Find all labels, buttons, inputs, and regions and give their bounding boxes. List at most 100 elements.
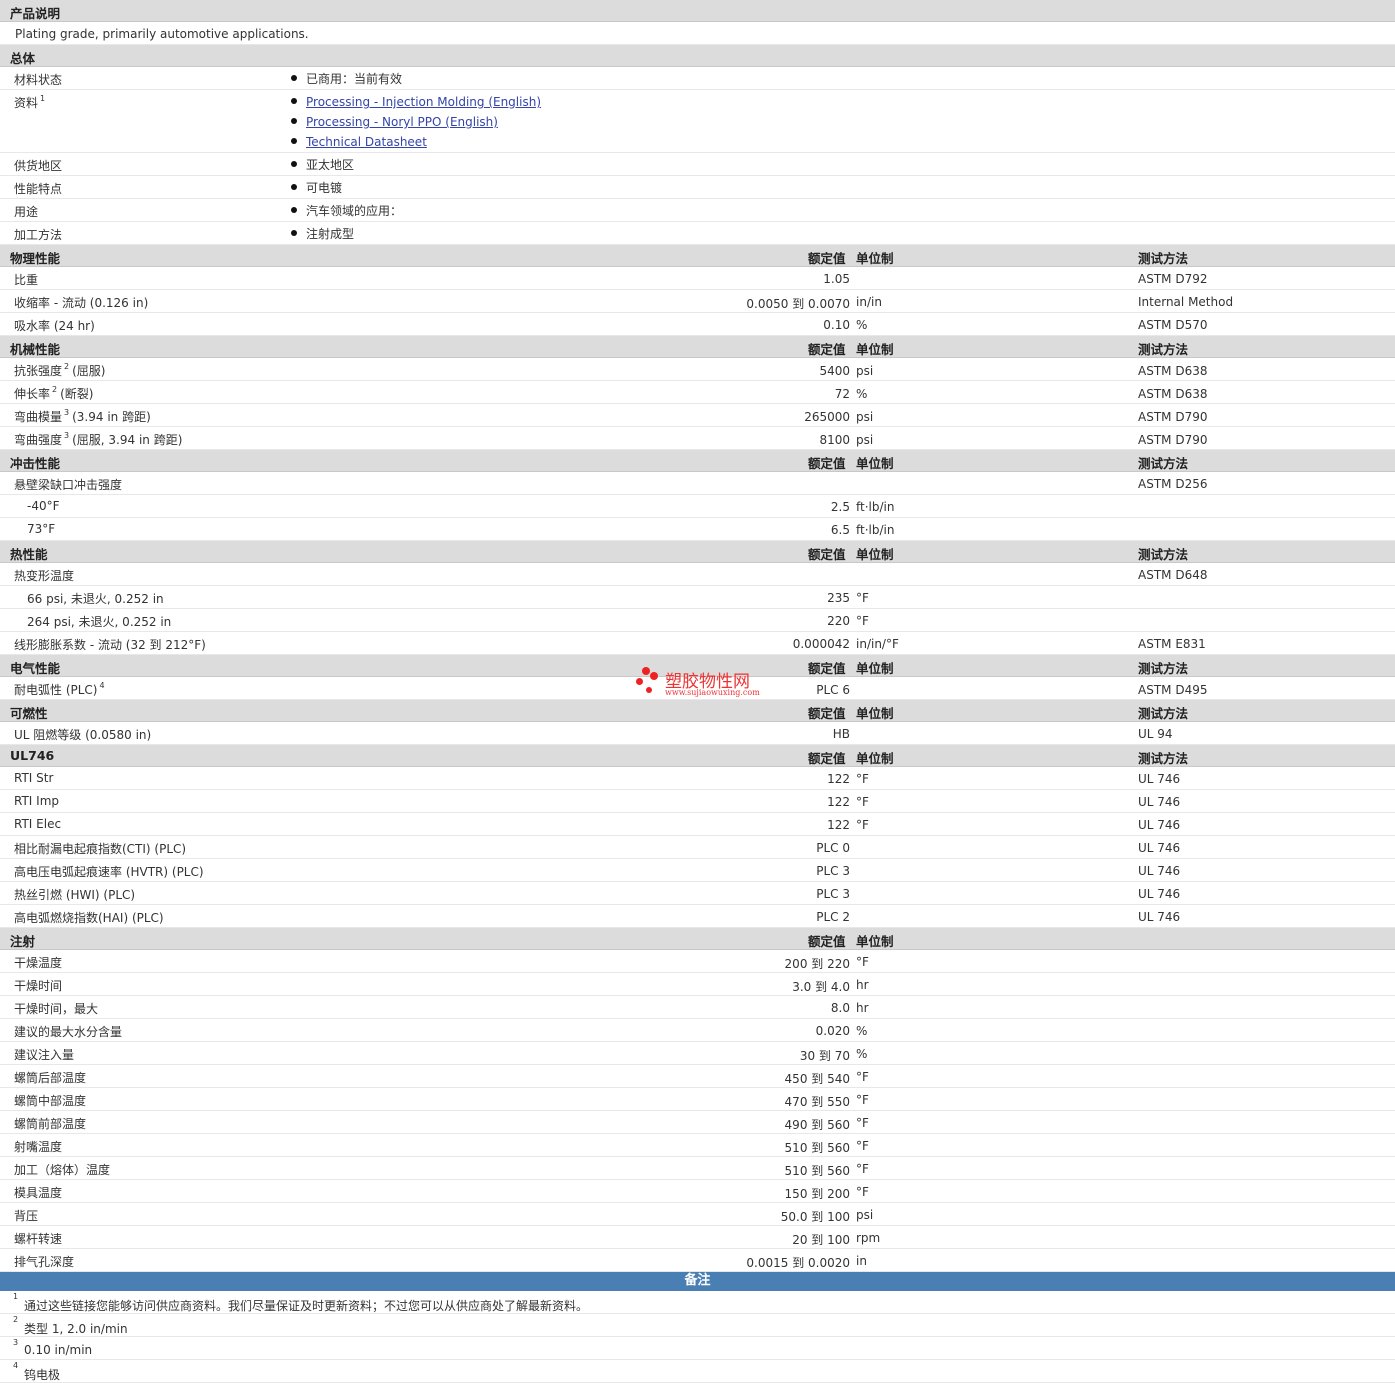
- property-label: 排气孔深度: [14, 1253, 74, 1270]
- property-row: 66 psi, 未退火, 0.252 in 235 °F: [0, 586, 1395, 609]
- property-row: 吸水率 (24 hr) 0.10% ASTM D570: [0, 313, 1395, 336]
- property-row: 线形膨胀系数 - 流动 (32 到 212°F) 0.000042 in/in/°F…: [0, 632, 1395, 655]
- property-label: 264 psi, 未退火, 0.252 in: [27, 613, 171, 630]
- property-row: 干燥时间 3.0 到 4.0 hr: [0, 973, 1395, 996]
- property-unit: °F: [856, 818, 869, 832]
- section-title: 注射: [10, 934, 36, 949]
- property-value: 0.020: [815, 1024, 850, 1038]
- general-item: Processing - Injection Molding (English): [291, 94, 541, 114]
- property-name: 螺筒后部温度: [14, 1071, 87, 1085]
- header-test-method: 测试方法: [1138, 751, 1189, 766]
- property-unit: psi: [856, 364, 874, 378]
- property-test-method: ASTM D792: [1138, 272, 1208, 286]
- property-label: 相比耐漏电起痕指数(CTI) (PLC): [14, 840, 186, 857]
- general-row: 性能特点 可电镀: [0, 176, 1395, 199]
- general-items: 可电镀: [291, 180, 342, 200]
- footnote-ref: 1: [40, 94, 46, 103]
- property-name: 悬壁梁缺口冲击强度: [14, 478, 123, 492]
- property-value: 122: [827, 818, 850, 832]
- section-header: 冲击性能 额定值 单位制 测试方法: [0, 450, 1395, 472]
- note-row: 2 类型 1, 2.0 in/min: [0, 1314, 1395, 1337]
- document-link[interactable]: Processing - Noryl PPO (English): [306, 115, 498, 129]
- property-value: 122: [827, 795, 850, 809]
- property-label: 干燥温度: [14, 954, 62, 971]
- section-title: 热性能: [10, 547, 48, 562]
- bullet-icon: [291, 118, 297, 124]
- property-row: 高电压电弧起痕速率 (HVTR) (PLC) PLC 3 UL 746: [0, 859, 1395, 882]
- bullet-icon: [291, 184, 297, 190]
- description-row: Plating grade, primarily automotive appl…: [0, 22, 1395, 45]
- property-condition: (屈服, 3.94 in 跨距): [72, 433, 183, 447]
- property-row: 螺杆转速 20 到 100 rpm: [0, 1226, 1395, 1249]
- general-item-text: 已商用：当前有效: [306, 72, 403, 86]
- property-name: 干燥时间: [14, 979, 63, 993]
- general-items: 汽车领域的应用：: [291, 203, 402, 223]
- property-row: -40°F 2.5 ft·lb/in: [0, 495, 1395, 518]
- document-link[interactable]: Technical Datasheet: [306, 135, 427, 149]
- property-name: 抗张强度: [14, 364, 63, 378]
- header-unit: 单位制: [856, 706, 894, 721]
- general-row: 加工方法 注射成型: [0, 222, 1395, 245]
- property-unit: rpm: [856, 1231, 881, 1245]
- notes-title: 备注: [684, 1273, 711, 1288]
- property-condition: (3.94 in 跨距): [72, 410, 151, 424]
- property-row: 收缩率 - 流动 (0.126 in) 0.0050 到 0.0070 in/in I…: [0, 290, 1395, 313]
- property-row: 建议注入量 30 到 70%: [0, 1042, 1395, 1065]
- property-row: 264 psi, 未退火, 0.252 in 220 °F: [0, 609, 1395, 632]
- property-unit: ft·lb/in: [856, 523, 895, 537]
- property-label: 模具温度: [14, 1184, 62, 1201]
- property-row: 射嘴温度 510 到 560 °F: [0, 1134, 1395, 1157]
- property-label: 线形膨胀系数 - 流动 (32 到 212°F): [14, 636, 206, 653]
- property-name: 螺筒中部温度: [14, 1094, 87, 1108]
- general-items: Processing - Injection Molding (English)…: [291, 94, 541, 154]
- property-name: 排气孔深度: [14, 1255, 75, 1269]
- header-unit: 单位制: [856, 456, 894, 471]
- note-text: 类型 1, 2.0 in/min: [24, 1322, 128, 1336]
- property-value: HB: [832, 727, 850, 741]
- property-name: 干燥温度: [14, 956, 63, 970]
- general-item: 可电镀: [291, 180, 342, 200]
- header-unit: 单位制: [856, 661, 894, 676]
- bullet-icon: [291, 98, 297, 104]
- property-value: 0.0015 到 0.0020: [746, 1256, 850, 1270]
- general-label-text: 资料: [14, 96, 39, 110]
- property-label: RTI Imp: [14, 794, 59, 808]
- property-row: 模具温度 150 到 200 °F: [0, 1180, 1395, 1203]
- property-name: 73°F: [27, 522, 56, 536]
- section-header: UL746 额定值 单位制 测试方法: [0, 745, 1395, 767]
- general-item: Processing - Noryl PPO (English): [291, 114, 541, 134]
- section-title: 电气性能: [10, 661, 61, 676]
- note-text: 钨电极: [24, 1368, 61, 1382]
- property-test-method: UL 746: [1138, 841, 1181, 855]
- general-items: 亚太地区: [291, 157, 354, 177]
- property-unit: psi: [856, 1208, 874, 1222]
- property-value: 6.5: [830, 523, 850, 537]
- document-link[interactable]: Processing - Injection Molding (English): [306, 95, 541, 109]
- property-test-method: UL 746: [1138, 887, 1181, 901]
- general-label: 用途: [14, 203, 38, 220]
- property-value: 1.05: [823, 272, 850, 286]
- watermark-logo: 塑胶物性网 www.sujiaowuxing.com: [634, 664, 774, 702]
- bullet-icon: [291, 230, 297, 236]
- property-unit: %: [856, 1024, 868, 1038]
- general-items: 已商用：当前有效: [291, 71, 402, 91]
- note-row: 1 通过这些链接您能够访问供应商资料。我们尽量保证及时更新资料；不过您可以从供应商…: [0, 1291, 1395, 1314]
- footnote-ref: 2: [64, 362, 70, 371]
- bullet-icon: [291, 161, 297, 167]
- property-unit: in/in/°F: [856, 637, 899, 651]
- property-name: 吸水率 (24 hr): [14, 319, 95, 333]
- property-unit: psi: [856, 410, 874, 424]
- property-label: UL 阻燃等级 (0.0580 in): [14, 726, 151, 743]
- property-label: 弯曲模量 3 (3.94 in 跨距): [14, 408, 151, 425]
- property-unit: °F: [856, 591, 869, 605]
- section-header: 热性能 额定值 单位制 测试方法: [0, 541, 1395, 563]
- header-test-method: 测试方法: [1138, 456, 1189, 471]
- property-label: RTI Elec: [14, 817, 61, 831]
- property-value: 510 到 560: [784, 1141, 850, 1155]
- property-value: 200 到 220: [784, 957, 850, 971]
- property-row: 排气孔深度 0.0015 到 0.0020 in: [0, 1249, 1395, 1272]
- property-unit: hr: [856, 1001, 869, 1015]
- property-unit: hr: [856, 978, 869, 992]
- property-value: PLC 2: [816, 910, 850, 924]
- property-unit: %: [856, 387, 868, 401]
